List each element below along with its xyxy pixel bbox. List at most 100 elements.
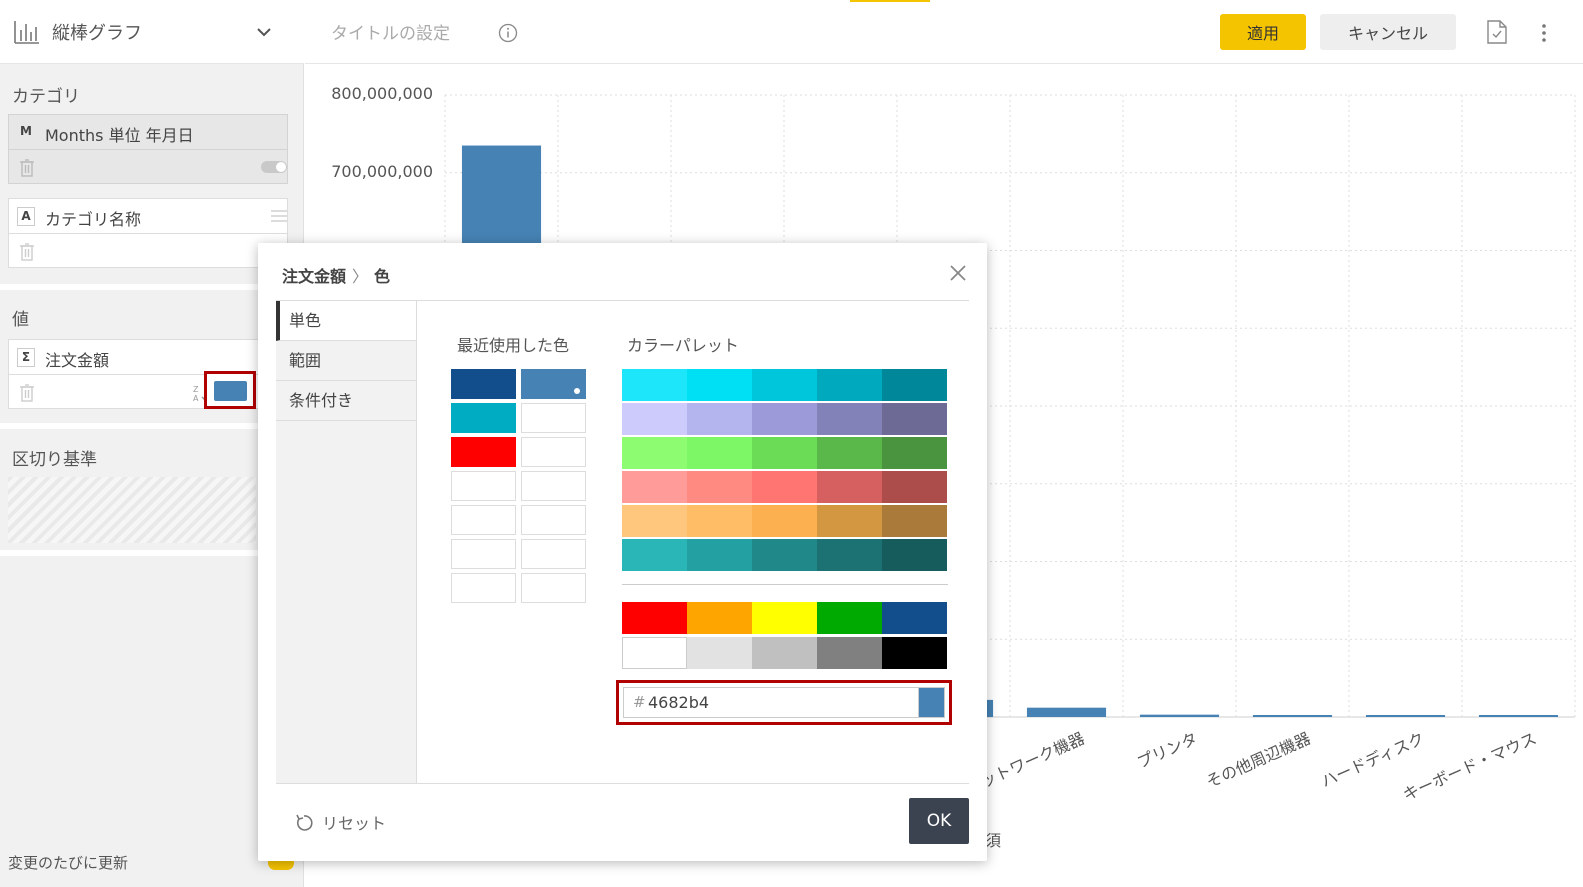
palette-color-swatch[interactable] [622,437,687,469]
y-tick-label: 700,000,000 [331,161,433,181]
recent-color-swatch[interactable] [521,505,586,535]
palette-color-swatch[interactable] [622,505,687,537]
reset-label: リセット [322,814,387,833]
recent-color-swatch[interactable] [521,437,586,467]
palette-color-swatch[interactable] [882,539,947,571]
breadcrumb: 注文金額〉色 [282,263,390,287]
bar[interactable] [1365,715,1446,717]
basic-color-swatch[interactable] [752,602,817,634]
bar[interactable] [1026,707,1107,717]
palette-color-swatch[interactable] [687,403,752,435]
palette-color-swatch[interactable] [882,505,947,537]
palette-color-swatch[interactable] [817,471,882,503]
palette-color-swatch[interactable] [817,539,882,571]
trash-icon[interactable] [19,384,35,402]
palette-color-swatch[interactable] [817,437,882,469]
basic-color-swatch[interactable] [622,637,687,669]
bar[interactable] [1478,715,1559,717]
palette-color-swatch[interactable] [752,437,817,469]
palette-color-swatch[interactable] [817,505,882,537]
recent-color-swatch[interactable] [521,573,586,603]
bar[interactable] [1139,714,1220,717]
chevron-right-icon: 〉 [352,267,369,286]
tab-range[interactable]: 範囲 [276,341,416,381]
recent-color-swatch[interactable] [521,539,586,569]
basic-color-swatch[interactable] [687,637,752,669]
info-icon[interactable] [498,23,518,43]
basic-color-swatch[interactable] [622,602,687,634]
basic-color-swatch[interactable] [817,602,882,634]
close-icon[interactable] [948,263,968,283]
palette-color-swatch[interactable] [752,539,817,571]
reset-button[interactable]: リセット [294,810,386,836]
export-file-icon[interactable] [1487,20,1507,44]
recent-color-swatch[interactable] [521,471,586,501]
series-color-button[interactable] [204,371,256,409]
recent-color-swatch[interactable] [451,437,516,467]
field-header: M Months 単位 年月日 [9,115,287,150]
recent-color-swatch[interactable] [451,471,516,501]
ok-button[interactable]: OK [909,798,969,844]
recent-color-swatch[interactable] [451,403,516,433]
basic-color-swatch[interactable] [817,637,882,669]
palette-color-swatch[interactable] [752,369,817,401]
category-field-months[interactable]: M Months 単位 年月日 [8,114,288,184]
svg-text:A: A [193,394,199,403]
palette-color-swatch[interactable] [622,369,687,401]
bar-chart-icon [14,21,39,44]
palette-color-swatch[interactable] [817,403,882,435]
palette-color-swatch[interactable] [882,471,947,503]
split-drop-zone[interactable] [8,477,256,543]
basic-color-swatch[interactable] [882,602,947,634]
cancel-button[interactable]: キャンセル [1320,14,1456,50]
title-input[interactable]: タイトルの設定 [331,19,450,44]
palette-color-swatch[interactable] [882,369,947,401]
palette-color-swatch[interactable] [817,369,882,401]
palette-color-swatch[interactable] [687,369,752,401]
palette-color-swatch[interactable] [687,539,752,571]
field-header: A カテゴリ名称 [9,199,287,234]
hex-color-preview[interactable] [918,687,945,718]
hex-prefix: # [633,693,646,711]
palette-color-swatch[interactable] [687,437,752,469]
y-tick-label: 800,000,000 [331,84,433,103]
hex-color-input[interactable] [623,687,919,718]
drag-handle-icon[interactable] [271,209,287,223]
more-options-icon[interactable] [1539,22,1549,44]
palette-color-swatch[interactable] [752,403,817,435]
breadcrumb-current: 色 [374,267,391,286]
field-name: 注文金額 [45,351,110,370]
tab-single-color[interactable]: 単色 [276,301,416,341]
recent-color-swatch[interactable] [521,403,586,433]
x-axis-partial-label: 須 [985,831,1002,850]
recent-color-swatch[interactable] [451,505,516,535]
palette-color-swatch[interactable] [882,403,947,435]
divider [276,783,969,784]
trash-icon[interactable] [19,159,35,177]
recent-color-swatch[interactable] [451,573,516,603]
palette-color-swatch[interactable] [622,403,687,435]
tab-conditional[interactable]: 条件付き [276,381,416,421]
palette-color-swatch[interactable] [752,505,817,537]
chart-type-selector[interactable]: 縦棒グラフ [0,0,304,64]
bar[interactable] [1252,715,1333,717]
split-section-title: 区切り基準 [12,450,97,470]
category-field-name[interactable]: A カテゴリ名称 [8,198,288,268]
basic-color-swatch[interactable] [882,637,947,669]
palette-color-swatch[interactable] [687,471,752,503]
palette-color-swatch[interactable] [882,437,947,469]
recent-color-swatch[interactable] [521,369,586,399]
apply-button[interactable]: 適用 [1220,14,1306,50]
chevron-down-icon[interactable] [256,24,272,40]
basic-color-swatch[interactable] [687,602,752,634]
toggle-switch[interactable] [261,161,287,173]
basic-color-swatch[interactable] [752,637,817,669]
palette-color-swatch[interactable] [622,539,687,571]
palette-color-swatch[interactable] [622,471,687,503]
palette-color-swatch[interactable] [752,471,817,503]
color-palette-title: カラーパレット [627,336,739,355]
trash-icon[interactable] [19,243,35,261]
palette-color-swatch[interactable] [687,505,752,537]
recent-color-swatch[interactable] [451,539,516,569]
recent-color-swatch[interactable] [451,369,516,399]
